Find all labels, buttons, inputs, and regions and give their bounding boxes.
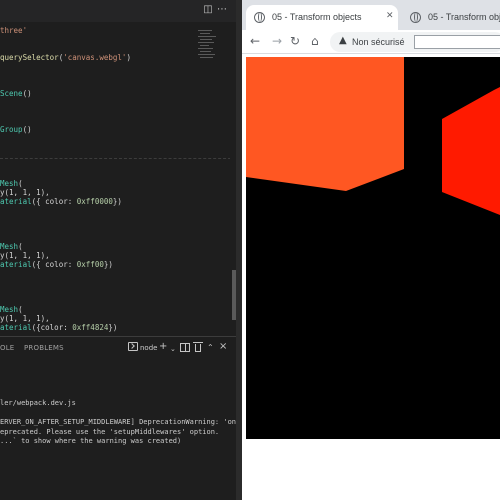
back-arrow-icon[interactable]: ← xyxy=(250,33,260,49)
code-token: y(1, 1, 1), xyxy=(0,314,50,323)
tab-strip: 05 - Transform objects ✕ 05 - Transform … xyxy=(242,0,500,30)
code-editor[interactable]: ◫ ⋯ three' querySelector('canvas.webgl') S… xyxy=(0,0,236,500)
code-token: ( xyxy=(18,242,23,251)
code-token: y(1, 1, 1), xyxy=(0,188,50,197)
terminal-line: ...` to show where the warning was creat… xyxy=(0,437,182,445)
code-divider xyxy=(0,158,236,159)
chevron-down-icon[interactable]: ⌄ xyxy=(170,343,176,355)
url-input[interactable] xyxy=(414,35,500,49)
code-token: Scene xyxy=(0,89,23,98)
tab-title: 05 - Transform objects xyxy=(428,12,500,22)
browser-tab-active[interactable]: 05 - Transform objects ✕ xyxy=(246,5,398,30)
panel-tab-bar: OLE PROBLEMS node + ⌄ ⌃ × xyxy=(0,337,236,359)
browser-toolbar: ← → ↻ ⌂ ▲ Non sécurisé xyxy=(242,30,500,54)
code-token: Mesh xyxy=(0,305,19,314)
warning-icon[interactable]: ▲ xyxy=(339,35,347,46)
terminal-panel: OLE PROBLEMS node + ⌄ ⌃ × ler/webpack.de… xyxy=(0,336,236,500)
globe-icon xyxy=(254,12,265,23)
code-token: ({ color: xyxy=(31,197,77,206)
terminal-line: ERVER_ON_AFTER_SETUP_MIDDLEWARE] Depreca… xyxy=(0,418,236,426)
code-token: ({color: xyxy=(31,323,73,332)
code-line: Mesh( xyxy=(0,242,23,251)
terminal-icon xyxy=(128,342,138,351)
close-icon[interactable]: × xyxy=(219,341,227,353)
code-line: Mesh( xyxy=(0,179,23,188)
code-token: three' xyxy=(0,26,28,35)
code-token: }) xyxy=(103,260,113,269)
editor-title-bar: ◫ ⋯ xyxy=(0,0,236,22)
code-token: Group xyxy=(0,125,23,134)
trash-icon[interactable] xyxy=(193,342,203,352)
code-token: 0xff4824 xyxy=(72,323,109,332)
chevron-up-icon[interactable]: ⌃ xyxy=(207,342,214,354)
code-token: ) xyxy=(126,53,131,62)
forward-arrow-icon[interactable]: → xyxy=(272,33,282,49)
split-terminal-icon[interactable] xyxy=(180,343,190,352)
code-area[interactable]: three' querySelector('canvas.webgl') Scene… xyxy=(0,22,196,342)
code-line: aterial({color: 0xff4824}) xyxy=(0,323,117,332)
code-token: aterial xyxy=(0,323,32,332)
tab-debug-console[interactable]: OLE xyxy=(0,344,14,352)
minimap[interactable] xyxy=(198,28,220,68)
code-line: Mesh( xyxy=(0,305,23,314)
code-token: }) xyxy=(108,323,118,332)
split-editor-icon[interactable]: ◫ xyxy=(202,4,214,16)
code-token: 0xff00 xyxy=(76,260,104,269)
code-token: 0xff0000 xyxy=(76,197,113,206)
more-actions-icon[interactable]: ⋯ xyxy=(216,4,228,16)
address-bar[interactable]: ▲ Non sécurisé xyxy=(330,32,500,52)
code-line: querySelector('canvas.webgl') xyxy=(0,53,131,62)
scene-render xyxy=(246,57,500,439)
browser-tab[interactable]: 05 - Transform objects xyxy=(402,5,500,30)
code-token: y(1, 1, 1), xyxy=(0,251,50,260)
code-line: aterial({ color: 0xff0000}) xyxy=(0,197,122,206)
code-token: aterial xyxy=(0,197,32,206)
webgl-canvas[interactable] xyxy=(246,57,500,439)
browser-window: 05 - Transform objects ✕ 05 - Transform … xyxy=(242,0,500,500)
tab-problems[interactable]: PROBLEMS xyxy=(24,344,64,352)
code-line: y(1, 1, 1), xyxy=(0,314,50,323)
orange-cube xyxy=(246,57,404,191)
terminal-name[interactable]: node xyxy=(140,344,157,352)
terminal-line: ler/webpack.dev.js xyxy=(0,399,76,407)
code-line: Group() xyxy=(0,125,32,134)
code-token: ( xyxy=(18,305,23,314)
code-line: y(1, 1, 1), xyxy=(0,251,50,260)
code-token: Mesh xyxy=(0,179,19,188)
code-token: querySelector xyxy=(0,53,59,62)
code-line: Scene() xyxy=(0,89,32,98)
code-token: ( xyxy=(18,179,23,188)
code-line: y(1, 1, 1), xyxy=(0,188,50,197)
code-token: }) xyxy=(112,197,122,206)
reload-icon[interactable]: ↻ xyxy=(290,33,300,49)
close-icon[interactable]: ✕ xyxy=(386,11,394,21)
code-token: aterial xyxy=(0,260,32,269)
code-token: () xyxy=(22,89,32,98)
code-line: aterial({ color: 0xff00}) xyxy=(0,260,113,269)
add-terminal-icon[interactable]: + xyxy=(159,341,167,353)
terminal-line: eprecated. Please use the 'setupMiddlewa… xyxy=(0,427,220,436)
globe-icon xyxy=(410,12,421,23)
home-icon[interactable]: ⌂ xyxy=(311,33,319,49)
code-token: ({ color: xyxy=(31,260,77,269)
code-token: Mesh xyxy=(0,242,19,251)
tab-title: 05 - Transform objects xyxy=(272,12,362,22)
security-status[interactable]: Non sécurisé xyxy=(352,37,405,47)
code-token: () xyxy=(22,125,32,134)
code-line: three' xyxy=(0,26,27,35)
code-token: 'canvas.webgl' xyxy=(63,53,127,62)
